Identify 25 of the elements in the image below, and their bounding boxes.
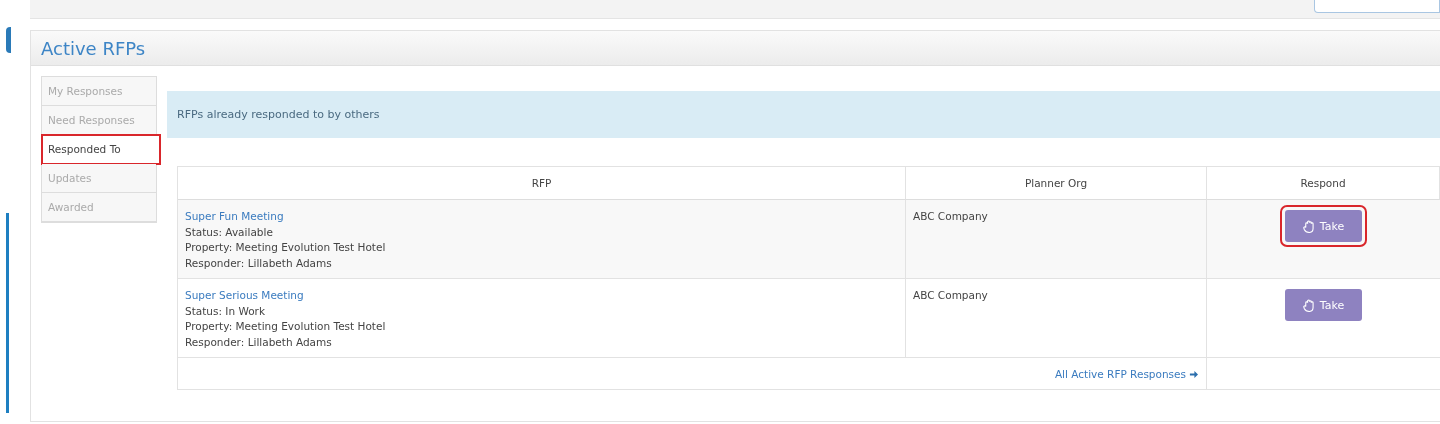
take-button[interactable]: Take: [1285, 289, 1362, 321]
detail-text: Responder: Lillabeth Adams: [185, 255, 333, 271]
detail-text: Property: Meeting Evolution Test Hotel: [185, 319, 387, 334]
detail-text: Responder: Lillabeth Adams: [185, 334, 333, 350]
nav-tab[interactable]: Updates: [42, 164, 156, 193]
rfp-link[interactable]: Super Serious Meeting: [185, 289, 304, 301]
hand-icon: [1302, 298, 1314, 312]
search-field[interactable]: [1314, 0, 1440, 13]
nav-tab[interactable]: Awarded: [42, 193, 156, 222]
hand-icon: [1302, 219, 1314, 233]
detail-text: Status: In Work: [185, 303, 266, 319]
arrow-icon: [1189, 369, 1198, 379]
all-responses-link[interactable]: All Active RFP Responses: [1054, 367, 1198, 380]
info-text: RFPs already responded to by others: [177, 108, 380, 121]
table-cell: ABC Company: [906, 279, 1207, 358]
take-button[interactable]: Take: [1285, 210, 1362, 242]
nav-tab[interactable]: Need Responses: [42, 106, 156, 135]
table-cell: ABC Company: [906, 200, 1207, 279]
side-handle: [6, 27, 11, 53]
detail-text: Status: Available: [185, 224, 274, 240]
detail-text: Property: Meeting Evolution Test Hotel: [185, 240, 387, 255]
nav-tab[interactable]: My Responses: [42, 77, 156, 106]
nav-tab[interactable]: Responded To: [42, 135, 160, 164]
panel-title: Active RFPs: [41, 37, 146, 59]
rfp-link[interactable]: Super Fun Meeting: [185, 210, 284, 222]
